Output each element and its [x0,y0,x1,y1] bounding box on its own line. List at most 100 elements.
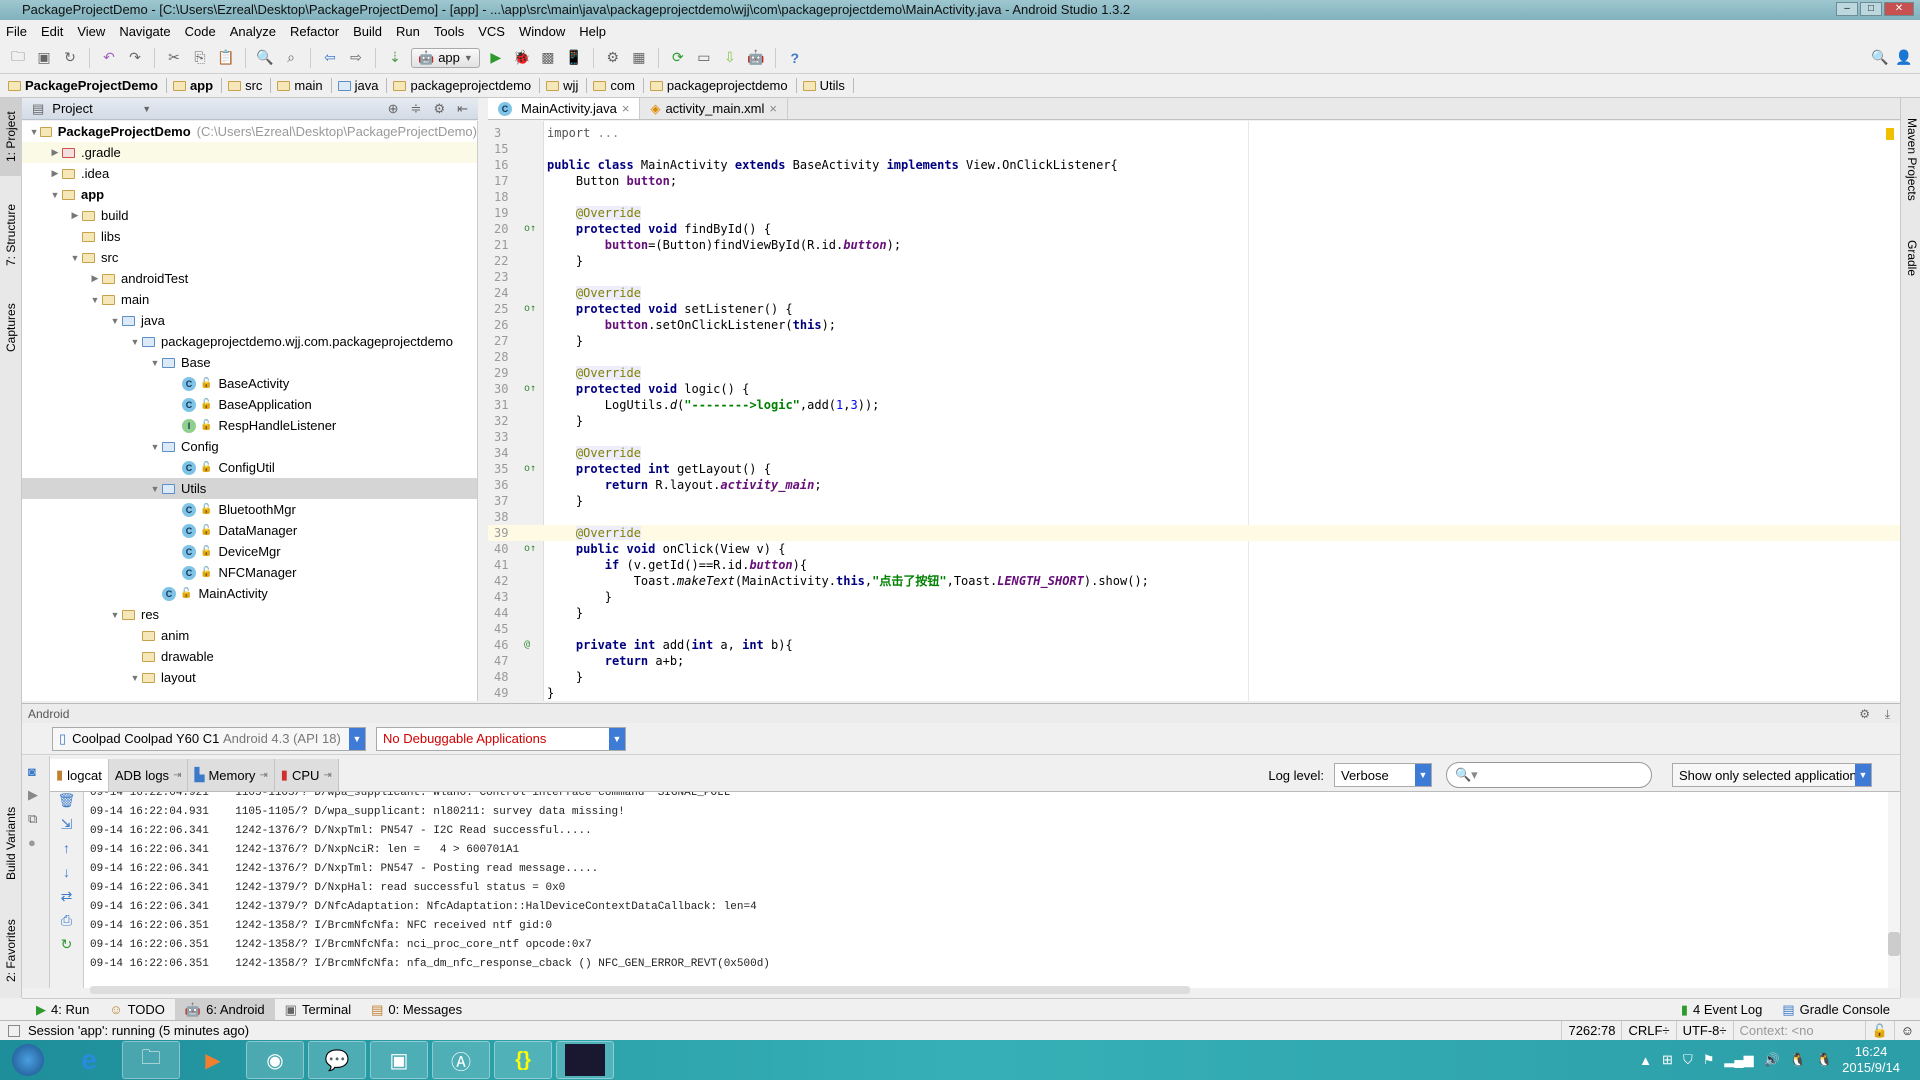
tree-item[interactable]: ▶ build [22,205,477,226]
tree-item[interactable]: ▼ Base [22,352,477,373]
brackets-icon[interactable]: {} [494,1041,552,1079]
breadcrumb-item[interactable]: com [593,78,644,93]
menu-file[interactable]: File [6,24,27,39]
code-line[interactable]: 30 o↑ protected void logic() { [488,381,1900,397]
code-line[interactable]: 41 if (v.getId()==R.id.button){ [488,557,1900,573]
terminate-icon[interactable]: ● [28,835,43,850]
code-line[interactable]: 47 return a+b; [488,653,1900,669]
code-line[interactable]: 18 [488,189,1900,205]
tab-logcat[interactable]: ▮ logcat [50,759,109,791]
paste-icon[interactable]: 📋 [216,48,236,68]
android-monitor-icon[interactable]: 🤖 [746,48,766,68]
breadcrumb-item[interactable]: packageprojectdemo [393,78,541,93]
expand-arrow-icon[interactable]: ▼ [48,190,62,200]
code-line[interactable]: 25 o↑ protected void setListener() { [488,301,1900,317]
expand-arrow-icon[interactable]: ▼ [108,610,122,620]
tree-item[interactable]: C 🔓 BaseActivity [22,373,477,394]
logcat-output[interactable]: 09-14 16:22:04.921 1105-1105/? D/wpa_sup… [84,792,1888,988]
code-line[interactable]: 40 o↑ public void onClick(View v) { [488,541,1900,557]
menu-tools[interactable]: Tools [434,24,464,39]
tree-item[interactable]: ▶ .gradle [22,142,477,163]
code-line[interactable]: 49} [488,685,1900,701]
expand-arrow-icon[interactable]: ▼ [148,484,162,494]
tree-item[interactable]: ▼ src [22,247,477,268]
hide-panel-icon[interactable]: ⤓ [1885,704,1890,724]
tool-tab-maven[interactable]: Maven Projects [1901,104,1920,214]
debug-icon[interactable]: 🐞 [512,48,532,68]
code-line[interactable]: 28 [488,349,1900,365]
log-filter-select[interactable]: Show only selected application ▼ [1672,763,1872,787]
collapse-arrow-icon[interactable]: ▶ [48,147,62,158]
tool-tab-favorites[interactable]: 2: Favorites [0,906,22,996]
menu-help[interactable]: Help [579,24,606,39]
pin-icon[interactable]: ⇥ [259,770,267,781]
code-line[interactable]: 48 } [488,669,1900,685]
expand-arrow-icon[interactable]: ▼ [108,316,122,326]
device-monitor-icon[interactable]: 📱 [564,48,584,68]
code-line[interactable]: 24 @Override [488,285,1900,301]
code-line[interactable]: 42 Toast.makeText(MainActivity.this,"点击了… [488,573,1900,589]
open-icon[interactable]: 🗀 [8,48,28,68]
code-line[interactable]: 37 } [488,493,1900,509]
tab-memory[interactable]: ▙ Memory ⇥ [188,759,275,791]
wechat-icon[interactable]: 💬 [308,1041,366,1079]
gear-icon[interactable]: ⚙ [433,101,445,117]
media-player-icon[interactable]: ▶ [184,1041,242,1079]
tree-item[interactable]: ▼ Utils [22,478,477,499]
breadcrumb-item[interactable]: Utils [802,78,854,93]
tool-tab-messages[interactable]: ▤ 0: Messages [361,999,472,1021]
recursive-call-icon[interactable]: @ [524,637,530,653]
restart-icon[interactable]: ↻ [50,936,83,960]
log-level-select[interactable]: Verbose ▼ [1334,763,1432,787]
chevron-down-icon[interactable]: ▼ [609,727,625,750]
code-line[interactable]: 38 [488,509,1900,525]
tool-tab-event-log[interactable]: ▮ 4 Event Log [1671,999,1773,1021]
tree-item[interactable]: ▼ java [22,310,477,331]
tree-item[interactable]: ▼ main [22,289,477,310]
clock[interactable]: 16:24 2015/9/14 [1842,1044,1900,1076]
breadcrumb-item[interactable]: packageprojectdemo [649,78,797,93]
sync-icon[interactable]: ↻ [60,48,80,68]
avd-manager-icon[interactable]: ▭ [694,48,714,68]
code-line[interactable]: 29 @Override [488,365,1900,381]
tool-tab-structure[interactable]: 7: Structure [0,190,22,280]
tree-item[interactable]: anim [22,625,477,646]
collapse-arrow-icon[interactable]: ▶ [48,168,62,179]
replace-icon[interactable]: ⌕ [281,48,301,68]
device-select[interactable]: ▯ Coolpad Coolpad Y60 C1 Android 4.3 (AP… [52,726,366,751]
override-icon[interactable]: o↑ [524,301,536,317]
close-button[interactable]: ✕ [1884,2,1914,16]
tree-item[interactable]: C 🔓 ConfigUtil [22,457,477,478]
override-icon[interactable]: o↑ [524,381,536,397]
scroll-from-source-icon[interactable]: ⊕ [388,101,399,117]
gradle-sync-icon[interactable]: ⟳ [668,48,688,68]
breadcrumb-item[interactable]: src [228,78,272,93]
menu-run[interactable]: Run [396,24,420,39]
code-line[interactable]: 34 @Override [488,445,1900,461]
code-line[interactable]: 35 o↑ protected int getLayout() { [488,461,1900,477]
tree-item[interactable]: C 🔓 NFCManager [22,562,477,583]
tool-tab-run[interactable]: ▶ 4: Run [26,999,99,1021]
run-config-select[interactable]: 🤖 app ▼ [411,47,480,68]
tree-item[interactable]: C 🔓 DeviceMgr [22,541,477,562]
android-studio-icon[interactable]: Ⓐ [432,1041,490,1079]
save-icon[interactable]: ▣ [34,48,54,68]
sdk-manager-icon[interactable]: ▦ [629,48,649,68]
code-line[interactable]: 19 @Override [488,205,1900,221]
expand-arrow-icon[interactable]: ▼ [128,673,142,683]
copy-icon[interactable]: ⎘ [190,48,210,68]
tree-item[interactable]: C 🔓 DataManager [22,520,477,541]
qq-icon[interactable]: 🐧 [1790,1052,1806,1068]
security-shield-icon[interactable]: ⛉ [1683,1052,1693,1068]
menu-vcs[interactable]: VCS [478,24,505,39]
tree-item[interactable]: ▶ androidTest [22,268,477,289]
tab-activity-main-xml[interactable]: ◈ activity_main.xml × [640,98,788,119]
breadcrumb-item[interactable]: java [337,78,388,93]
code-line[interactable]: 22 } [488,253,1900,269]
code-line[interactable]: 17 Button button; [488,173,1900,189]
code-line[interactable]: 31 LogUtils.d("-------->logic",add(1,3))… [488,397,1900,413]
code-line[interactable]: 33 [488,429,1900,445]
start-button[interactable] [0,1041,56,1079]
hide-panel-icon[interactable]: ⇤ [457,101,468,117]
volume-icon[interactable]: 🔊 [1764,1052,1780,1068]
